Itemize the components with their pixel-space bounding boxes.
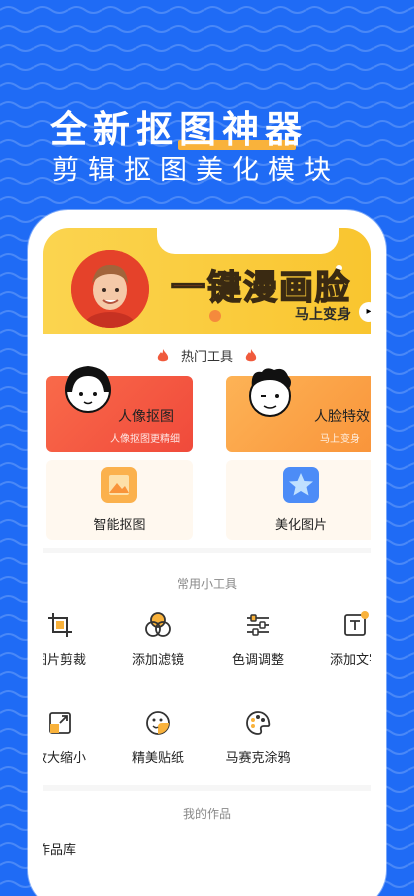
tool-sticker[interactable]: 精美贴纸	[103, 709, 213, 766]
smart-cutout-label: 智能抠图	[93, 518, 146, 533]
my-works-section: 我的作品 作品库	[43, 791, 371, 896]
my-works-header: 我的作品	[182, 807, 231, 821]
image-icon	[101, 467, 137, 503]
portrait-cutout-card[interactable]: 人像抠图 人像抠图更精细	[46, 366, 193, 452]
fire-icon	[245, 349, 257, 362]
banner-avatar	[71, 250, 149, 328]
phone-notch	[157, 228, 339, 254]
app-screen: 一键漫画脸 马上变身 ▸ 热门工具 人像抠图 人像抠图更精细 人脸特效 马上变身…	[43, 228, 371, 896]
smart-cutout-card[interactable]: 智能抠图	[46, 460, 193, 540]
promo-subline: 剪辑抠图美化模块	[52, 155, 340, 186]
fire-icon	[157, 349, 169, 362]
beautify-image-label: 美化图片	[274, 518, 327, 533]
promo-headline: 全新抠图神器	[50, 108, 308, 151]
sliders-icon	[247, 614, 269, 636]
tool-sticker-label: 精美贴纸	[131, 751, 184, 766]
cartoon-girl-icon	[65, 366, 111, 413]
portrait-cutout-subtitle: 人像抠图更精细	[110, 434, 180, 445]
works-library-item[interactable]: 作品库	[43, 839, 76, 858]
beautify-image-card[interactable]: 美化图片	[226, 460, 371, 540]
tool-filter-label: 添加滤镜	[131, 653, 184, 668]
cartoon-boy-icon	[249, 368, 291, 417]
crop-icon	[48, 613, 72, 637]
tool-filter[interactable]: 添加滤镜	[103, 611, 213, 668]
face-effect-card[interactable]: 人脸特效 马上变身	[226, 368, 371, 452]
tool-mosaic[interactable]: 马赛克涂鸦	[203, 709, 313, 766]
palette-icon	[246, 711, 271, 735]
banner-title: 一键漫画脸	[170, 267, 351, 309]
star-icon	[283, 467, 319, 503]
tool-color-adjust-label: 色调调整	[231, 653, 284, 668]
common-tools-header: 常用小工具	[176, 577, 237, 591]
face-effect-subtitle: 马上变身	[320, 434, 360, 445]
tool-color-adjust[interactable]: 色调调整	[203, 611, 313, 668]
banner-subtitle: 马上变身	[295, 307, 351, 323]
hot-tools-title: 热门工具	[180, 350, 233, 365]
face-effect-title: 人脸特效	[314, 409, 370, 425]
tool-add-text-label: 添加文字	[329, 653, 371, 668]
tool-mosaic-label: 马赛克涂鸦	[225, 751, 291, 766]
common-tools-section: 常用小工具 图片剪裁 添加滤镜 色调调整	[43, 553, 371, 785]
portrait-cutout-title: 人像抠图	[118, 409, 174, 425]
filter-icon	[145, 612, 171, 637]
sticker-icon	[146, 711, 170, 735]
resize-icon	[49, 712, 71, 734]
hot-tools-section: 热门工具 人像抠图 人像抠图更精细 人脸特效 马上变身 智能抠图 美化图片	[43, 334, 371, 548]
text-icon	[344, 611, 369, 636]
tool-add-text[interactable]: 添加文字	[301, 611, 371, 668]
